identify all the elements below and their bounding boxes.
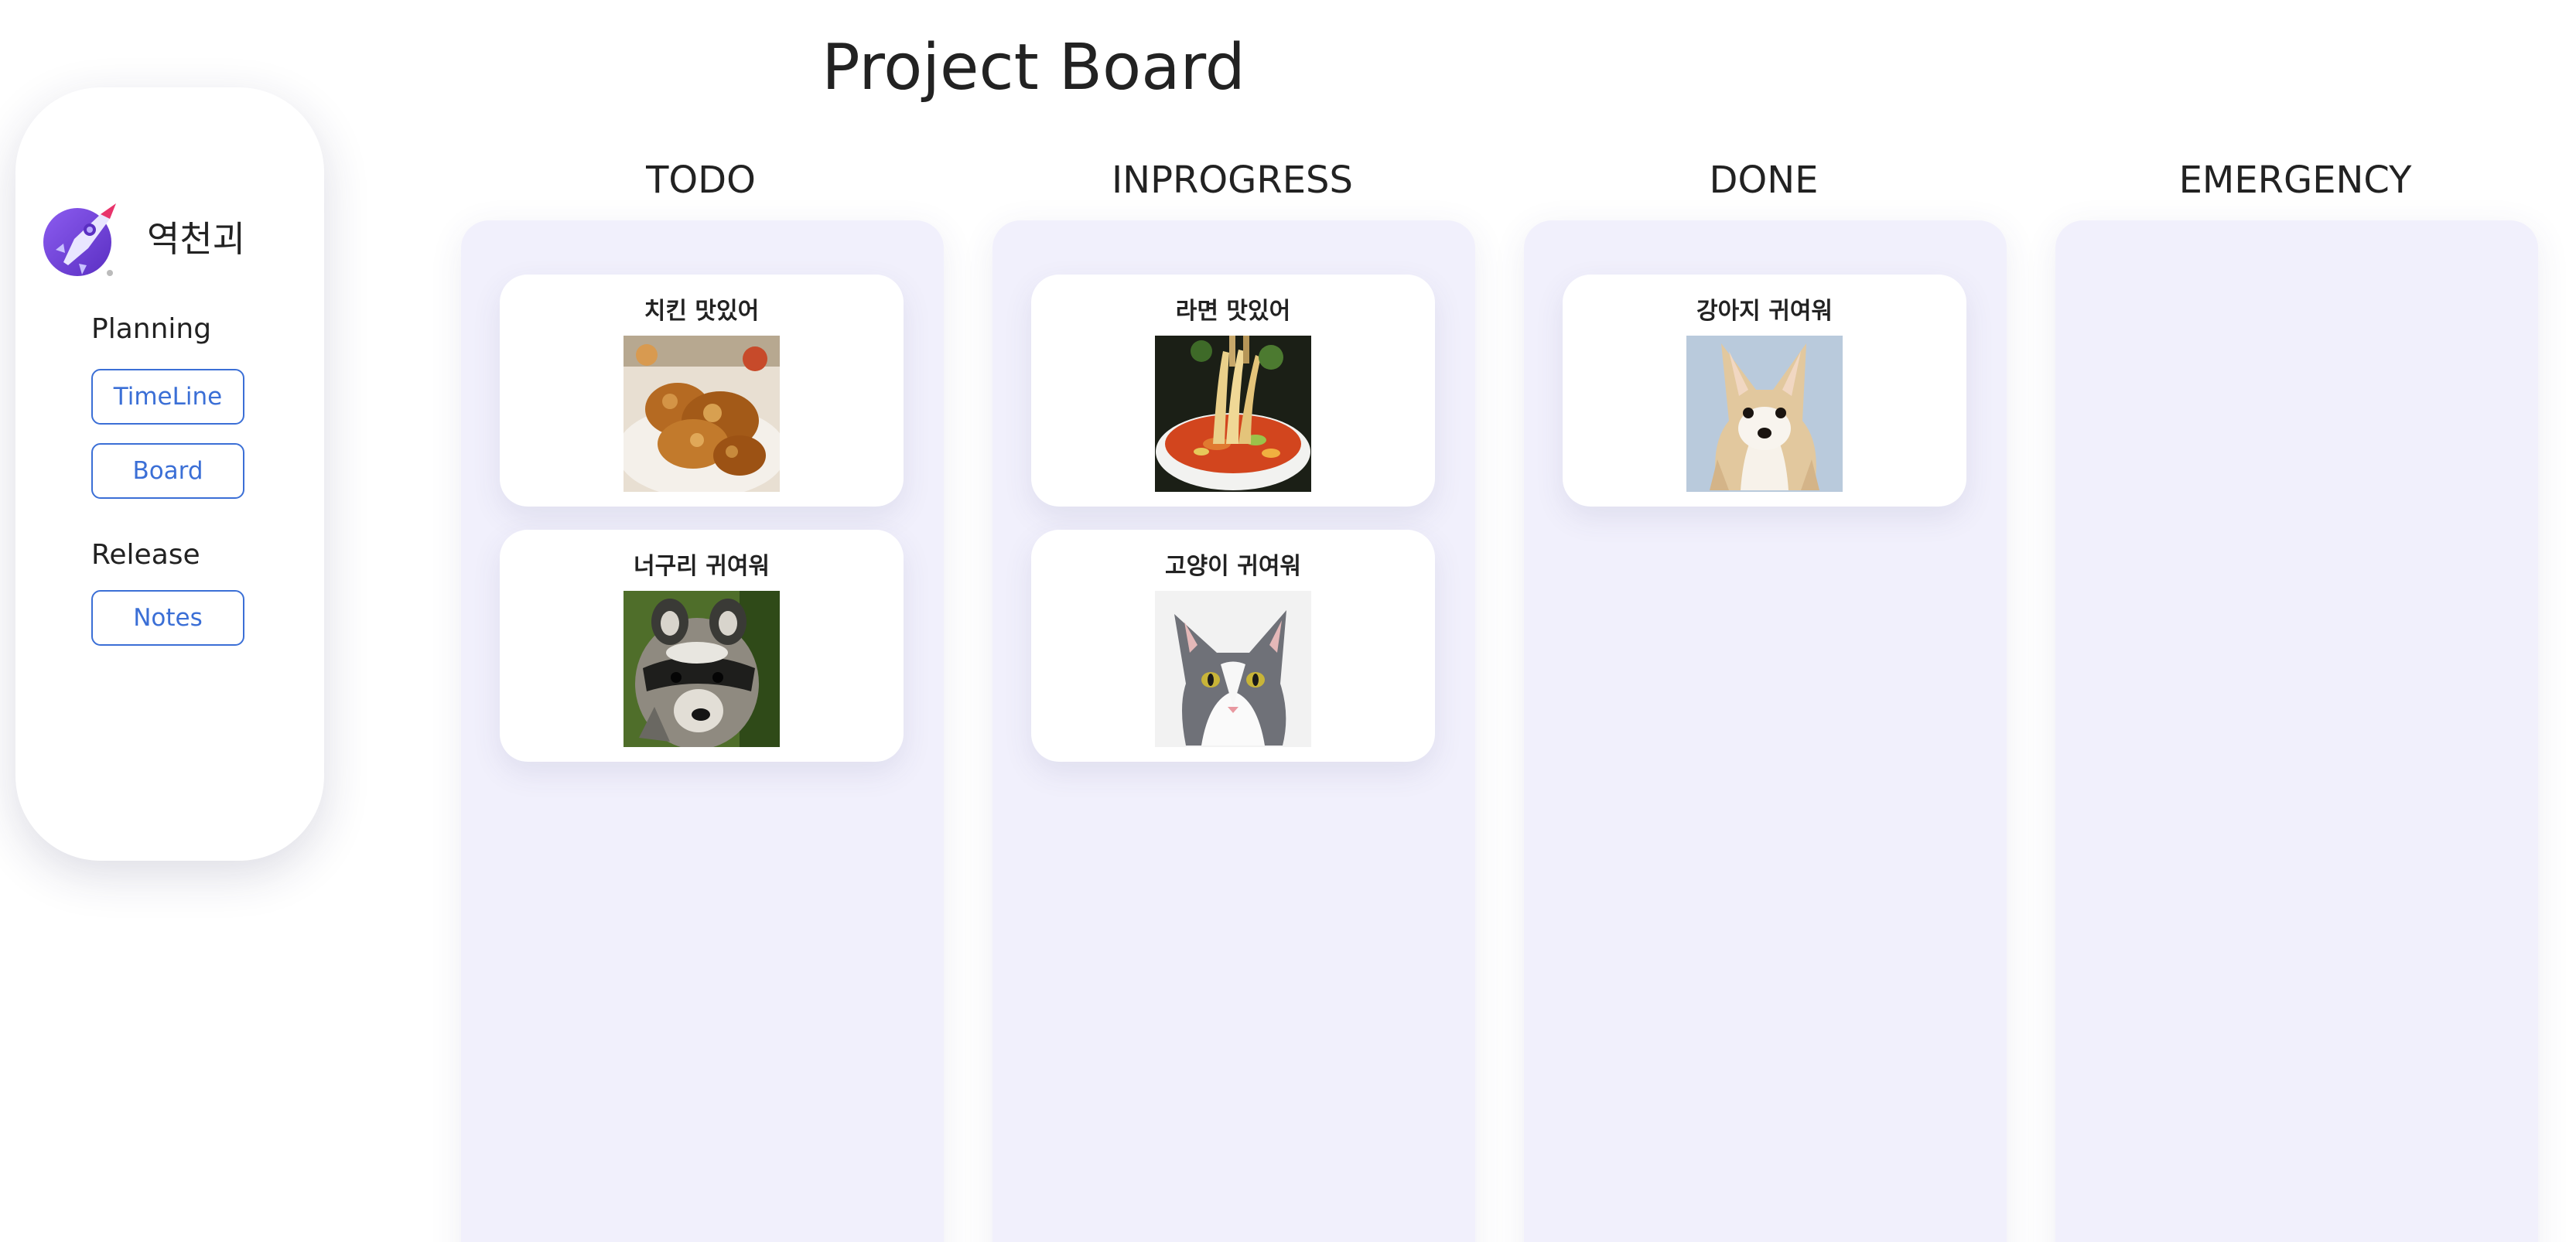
column-title-done: DONE (1709, 159, 1819, 202)
column-title-todo: TODO (646, 159, 756, 202)
card-title: 강아지 귀여워 (1696, 298, 1833, 325)
column-done[interactable]: 강아지 귀여워 (1524, 220, 2007, 1242)
card-title: 치킨 맛있어 (644, 298, 760, 325)
task-card[interactable]: 라면 맛있어 (1031, 275, 1435, 507)
app-page: 역천괴 Planning TimeLine Board Release Note… (0, 0, 2576, 1242)
card-title: 라면 맛있어 (1175, 298, 1291, 325)
brand-name: 역천괴 (147, 218, 245, 260)
column-emergency[interactable] (2055, 220, 2538, 1242)
notes-button[interactable]: Notes (91, 590, 244, 646)
column-inprogress[interactable]: 라면 맛있어 고양이 귀여워 (992, 220, 1475, 1242)
card-title: 너구리 귀여워 (633, 553, 770, 580)
task-card[interactable]: 치킨 맛있어 (500, 275, 904, 507)
dog-photo (1686, 336, 1843, 492)
section-label-planning: Planning (91, 313, 212, 345)
board-button[interactable]: Board (91, 443, 244, 499)
page-title: Project Board (822, 31, 1245, 104)
rocket-icon[interactable] (42, 199, 127, 284)
cat-photo (1155, 591, 1311, 747)
section-label-release: Release (91, 539, 200, 571)
sidebar: 역천괴 Planning TimeLine Board Release Note… (15, 87, 324, 861)
task-card[interactable]: 고양이 귀여워 (1031, 530, 1435, 762)
column-title-emergency: EMERGENCY (2178, 159, 2412, 202)
ramen-photo (1155, 336, 1311, 492)
task-card[interactable]: 너구리 귀여워 (500, 530, 904, 762)
column-todo[interactable]: 치킨 맛있어 너구리 귀여워 (461, 220, 944, 1242)
column-title-inprogress: INPROGRESS (1112, 159, 1353, 202)
fried-chicken-photo (624, 336, 780, 492)
timeline-button[interactable]: TimeLine (91, 369, 244, 425)
raccoon-photo (624, 591, 780, 747)
card-title: 고양이 귀여워 (1164, 553, 1302, 580)
task-card[interactable]: 강아지 귀여워 (1563, 275, 1966, 507)
